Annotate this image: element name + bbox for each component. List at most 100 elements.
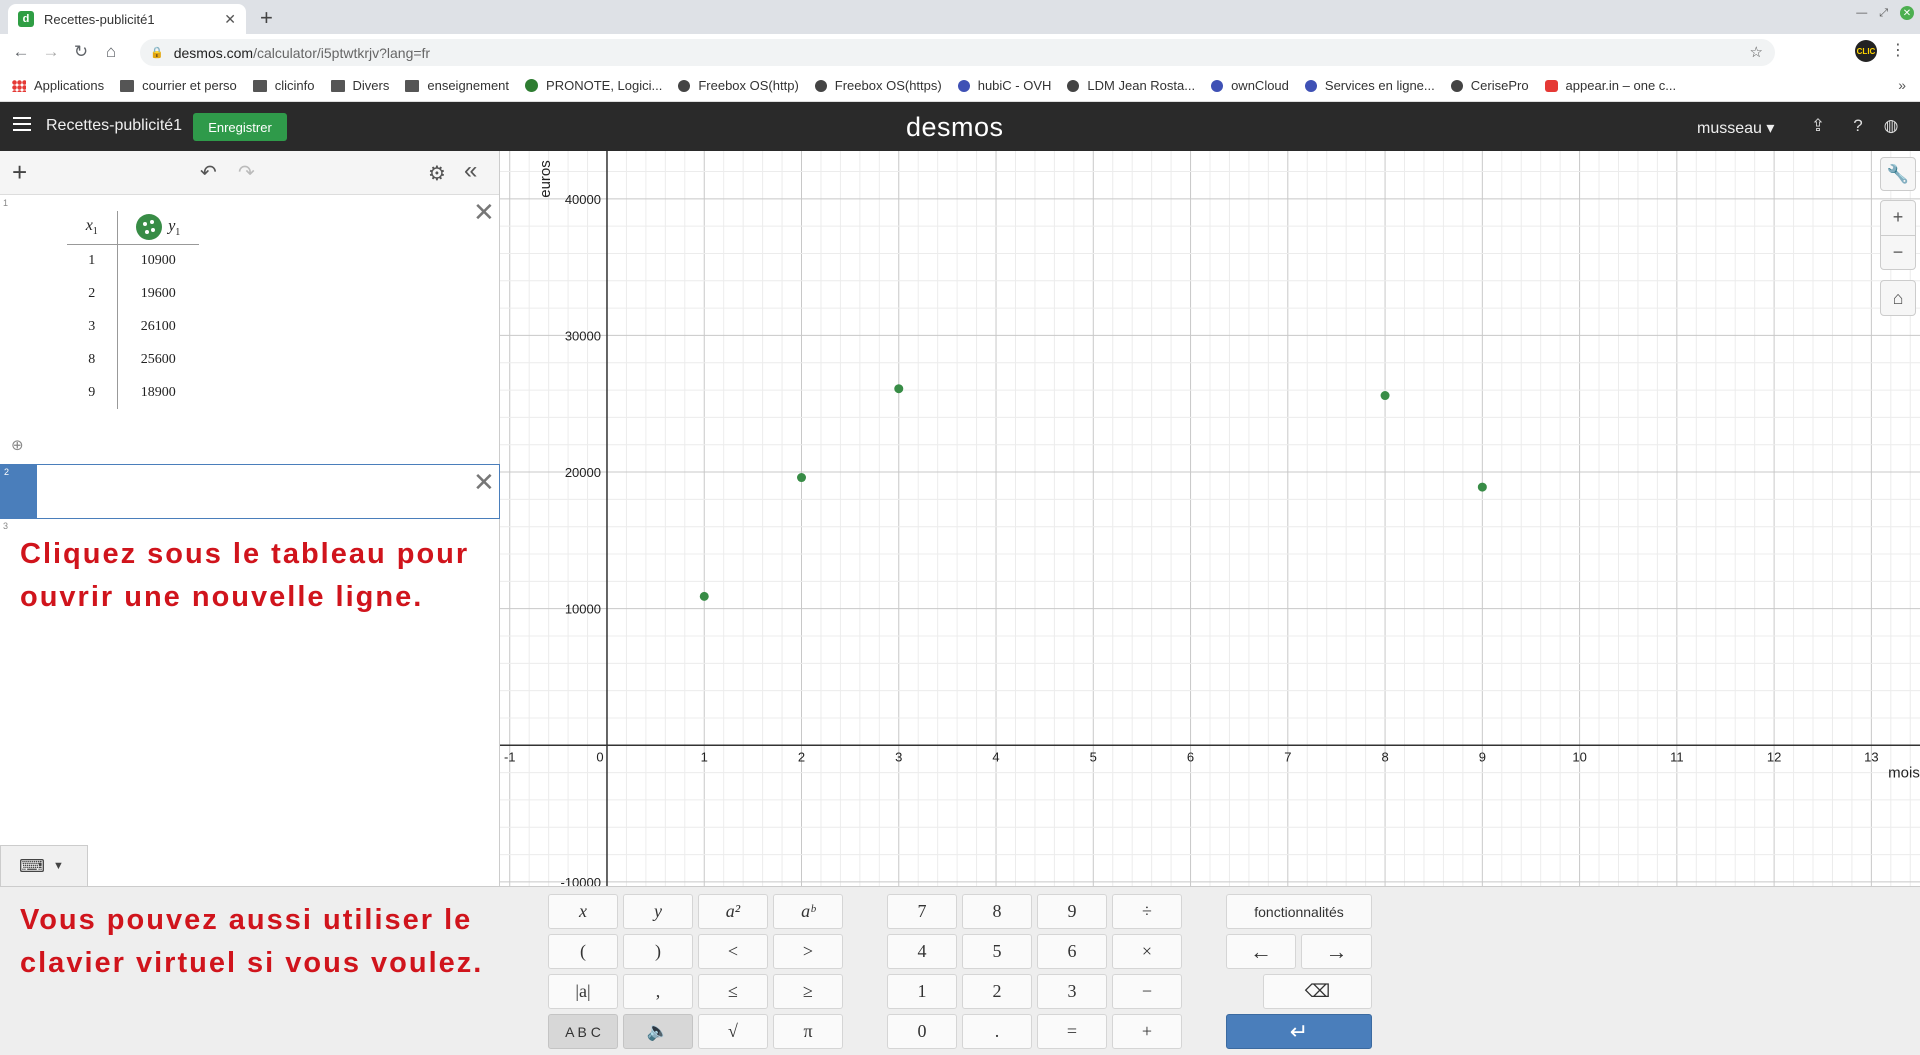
left-key[interactable]: 🔈: [623, 1014, 693, 1049]
default-view-home-icon[interactable]: ⌂: [1880, 280, 1916, 316]
keyboard-toggle[interactable]: ⌨ ▼: [0, 845, 88, 886]
new-tab-button[interactable]: +: [260, 5, 273, 31]
delete-expression-icon[interactable]: ✕: [473, 199, 495, 225]
graph-settings-wrench-icon[interactable]: 🔧: [1880, 157, 1916, 191]
middle-key[interactable]: .: [962, 1014, 1032, 1049]
left-key[interactable]: √: [698, 1014, 768, 1049]
browser-tab[interactable]: d Recettes-publicité1 ✕: [8, 4, 246, 34]
middle-key[interactable]: 7: [887, 894, 957, 929]
middle-key[interactable]: 1: [887, 974, 957, 1009]
middle-key[interactable]: 6: [1037, 934, 1107, 969]
left-key[interactable]: ): [623, 934, 693, 969]
bookmark-item[interactable]: hubiC - OVH: [957, 78, 1051, 93]
forward-icon[interactable]: →: [36, 42, 66, 62]
left-key[interactable]: ,: [623, 974, 693, 1009]
bookmark-star-icon[interactable]: ☆: [1750, 43, 1763, 61]
hamburger-menu-icon[interactable]: [13, 117, 31, 135]
table-cell-y[interactable]: 25600: [117, 343, 199, 376]
table-cell-y[interactable]: 19600: [117, 277, 199, 310]
bookmark-item[interactable]: Freebox OS(https): [814, 78, 942, 93]
table-cell-x[interactable]: 2: [67, 277, 118, 310]
middle-key[interactable]: ÷: [1112, 894, 1182, 929]
zoom-in-icon[interactable]: +: [1881, 201, 1915, 236]
left-key[interactable]: ≥: [773, 974, 843, 1009]
left-key[interactable]: |a|: [548, 974, 618, 1009]
table-cell-x[interactable]: 3: [67, 310, 118, 343]
middle-key[interactable]: 5: [962, 934, 1032, 969]
language-globe-icon[interactable]: ◍: [1881, 116, 1901, 136]
left-key[interactable]: >: [773, 934, 843, 969]
middle-key[interactable]: 0: [887, 1014, 957, 1049]
collapse-panel-icon[interactable]: «: [464, 157, 477, 185]
undo-icon[interactable]: ↶: [200, 160, 217, 185]
table-cell-y[interactable]: 26100: [117, 310, 199, 343]
extension-icon[interactable]: CLIC: [1855, 40, 1877, 62]
back-icon[interactable]: ←: [6, 42, 36, 62]
address-bar[interactable]: 🔒 desmos.com /calculator/i5ptwtkrjv?lang…: [140, 39, 1775, 66]
reload-icon[interactable]: ↻: [66, 42, 96, 62]
right-arrow-key[interactable]: →: [1301, 934, 1372, 969]
middle-key[interactable]: +: [1112, 1014, 1182, 1049]
help-icon[interactable]: ?: [1848, 116, 1868, 136]
close-window-icon[interactable]: ✕: [1900, 6, 1914, 20]
middle-key[interactable]: 4: [887, 934, 957, 969]
bookmark-item[interactable]: courrier et perso: [120, 78, 237, 93]
share-icon[interactable]: ⇪: [1808, 116, 1828, 136]
point-style-icon[interactable]: [136, 214, 163, 241]
bookmark-item[interactable]: Services en ligne...: [1304, 78, 1435, 93]
add-item-icon[interactable]: +: [12, 157, 27, 188]
middle-key[interactable]: 2: [962, 974, 1032, 1009]
minimize-icon[interactable]: —: [1856, 7, 1867, 19]
backspace-key[interactable]: ⌫: [1263, 974, 1372, 1009]
left-key[interactable]: π: [773, 1014, 843, 1049]
middle-key[interactable]: −: [1112, 974, 1182, 1009]
settings-gear-icon[interactable]: ⚙: [428, 161, 446, 186]
graph-paper[interactable]: -1 0 1 2 3 4 5 6 7 8 9 10 11 12 13 -10000 10000 20000 3000…: [500, 151, 1920, 886]
left-key[interactable]: (: [548, 934, 618, 969]
more-bookmarks-icon[interactable]: »: [1898, 77, 1906, 93]
bookmark-item[interactable]: clicinfo: [252, 78, 315, 93]
delete-expression-icon[interactable]: ✕: [473, 469, 495, 495]
bookmark-item[interactable]: enseignement: [405, 78, 509, 93]
left-key[interactable]: <: [698, 934, 768, 969]
bookmark-item[interactable]: Freebox OS(http): [678, 78, 799, 93]
bookmark-item[interactable]: Applications: [12, 78, 104, 93]
left-arrow-key[interactable]: ←: [1226, 934, 1296, 969]
left-key[interactable]: y: [623, 894, 693, 929]
left-key[interactable]: A B C: [548, 1014, 618, 1049]
save-button[interactable]: Enregistrer: [193, 113, 287, 141]
table-cell-x[interactable]: 1: [67, 244, 118, 277]
table-cell-y[interactable]: 10900: [117, 244, 199, 277]
bookmark-item[interactable]: appear.in – one c...: [1544, 78, 1676, 93]
left-key[interactable]: ≤: [698, 974, 768, 1009]
left-key[interactable]: aᵇ: [773, 894, 843, 929]
home-icon[interactable]: ⌂: [96, 42, 126, 62]
zoom-fit-icon[interactable]: ⊕: [11, 436, 24, 454]
browser-menu-icon[interactable]: ⋮: [1890, 40, 1906, 60]
bookmark-item[interactable]: LDM Jean Rosta...: [1067, 78, 1195, 93]
table-cell-y[interactable]: 18900: [117, 376, 199, 409]
table-header-x[interactable]: x1: [67, 211, 118, 245]
table-cell-x[interactable]: 8: [67, 343, 118, 376]
table-cell-x[interactable]: 9: [67, 376, 118, 409]
close-tab-icon[interactable]: ✕: [224, 11, 236, 28]
table-header-y[interactable]: y1: [117, 211, 199, 245]
bookmark-item[interactable]: PRONOTE, Logici...: [525, 78, 662, 93]
left-key[interactable]: x: [548, 894, 618, 929]
middle-key[interactable]: 9: [1037, 894, 1107, 929]
graph-svg[interactable]: -1 0 1 2 3 4 5 6 7 8 9 10 11 12 13-1000010000200003000…: [500, 151, 1920, 886]
middle-key[interactable]: ×: [1112, 934, 1182, 969]
functions-button[interactable]: fonctionnalités: [1226, 894, 1372, 929]
middle-key[interactable]: =: [1037, 1014, 1107, 1049]
user-menu[interactable]: musseau ▾: [1697, 118, 1774, 138]
restore-icon[interactable]: ⤢: [1879, 7, 1888, 20]
new-expression-row[interactable]: 2 ✕: [0, 464, 500, 519]
redo-icon[interactable]: ↷: [238, 160, 255, 185]
middle-key[interactable]: 8: [962, 894, 1032, 929]
graph-title[interactable]: Recettes-publicité1: [46, 117, 182, 135]
bookmark-item[interactable]: ownCloud: [1211, 78, 1289, 93]
middle-key[interactable]: 3: [1037, 974, 1107, 1009]
left-key[interactable]: a²: [698, 894, 768, 929]
bookmark-item[interactable]: CerisePro: [1450, 78, 1529, 93]
enter-key[interactable]: ↵: [1226, 1014, 1372, 1049]
